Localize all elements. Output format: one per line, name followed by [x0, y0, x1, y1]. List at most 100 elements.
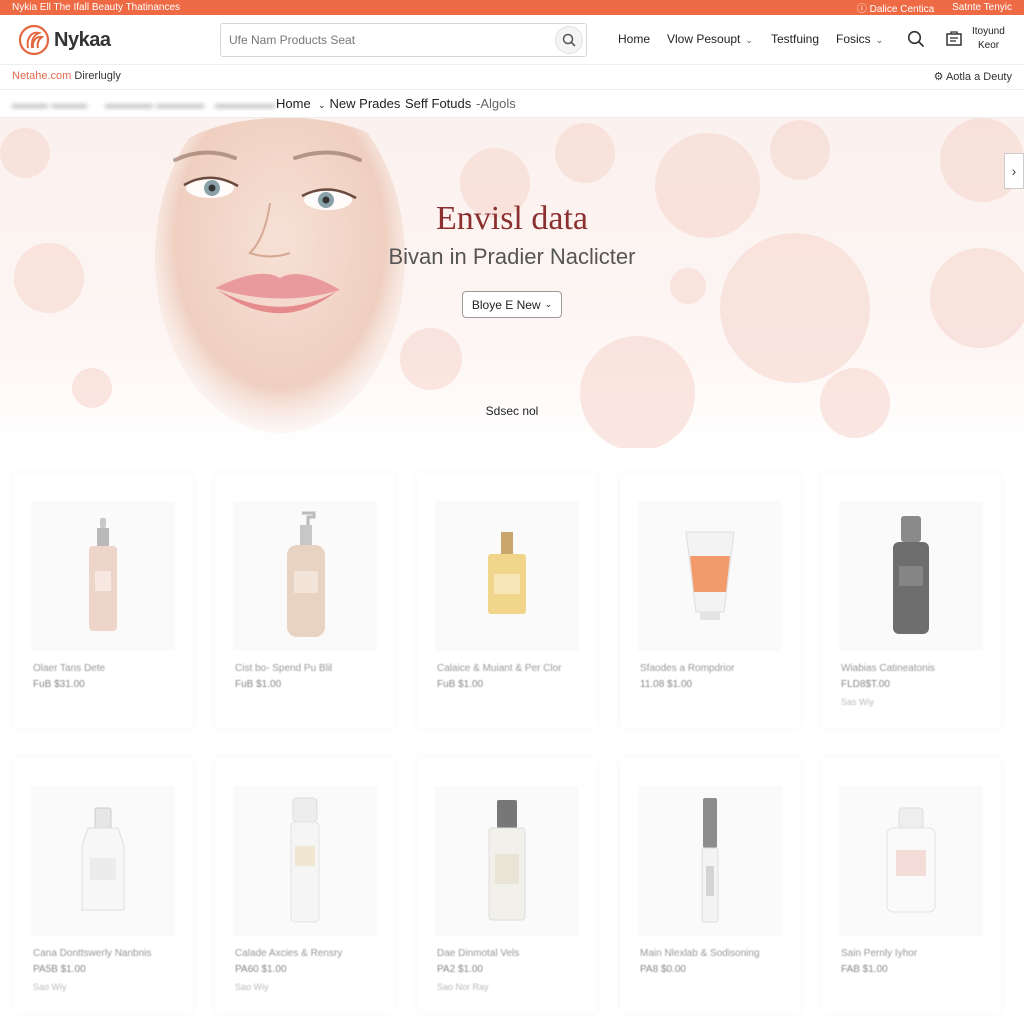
- product-card[interactable]: Wiabias Catineatonis FLD8$T.00 Sas Wiy: [821, 473, 1001, 728]
- serum-bottle-icon: [89, 518, 117, 631]
- product-name: Sfaodes a Rompdrior: [640, 663, 735, 674]
- product-name: Olaer Tans Dete: [33, 663, 106, 674]
- product-image: [233, 786, 377, 936]
- product-price: PA60 $1.00: [235, 964, 287, 975]
- product-image: [839, 501, 983, 651]
- nav-shop[interactable]: Vlow Pesoupt ⌄: [667, 32, 753, 46]
- breadcrumb-trail[interactable]: Netahe.com Direrlugly: [12, 70, 121, 82]
- model-face-image: [155, 118, 405, 433]
- brand-name: Nykaa: [54, 28, 111, 51]
- product-price: FuB $31.00: [33, 679, 85, 690]
- product-image: [31, 501, 175, 651]
- category-algols[interactable]: -Algols: [476, 96, 516, 111]
- nav-home[interactable]: Home: [618, 32, 650, 46]
- product-price: FAB $1.00: [841, 964, 888, 975]
- hero-subtitle: Bivan in Pradier Naclicter: [388, 244, 636, 269]
- search-icon[interactable]: [907, 30, 925, 48]
- product-price: PA2 $1.00: [437, 964, 483, 975]
- product-card[interactable]: Dae Dinmotal Vels PA2 $1.00 Sao Nor Ray: [417, 758, 597, 1013]
- chevron-down-icon: ⌄: [875, 35, 884, 45]
- decor-dot: [670, 268, 706, 304]
- search-icon: [562, 33, 576, 47]
- product-card[interactable]: Sain Pernly Iyhor FAB $1.00: [821, 758, 1001, 1013]
- blurred-category: ▬▬▬▬ ▬▬▬▬: [105, 97, 205, 111]
- product-image: [638, 501, 782, 651]
- account-line1: Itoyund: [972, 26, 1005, 37]
- help-link[interactable]: ⓘ Dalice Centica: [857, 0, 934, 15]
- hero-banner: Envisl data Bivan in Pradier Naclicter B…: [0, 118, 1024, 448]
- product-price: FLD8$T.00: [841, 679, 890, 690]
- product-image: [435, 786, 579, 936]
- category-new-products[interactable]: ⌄ New Prades: [318, 96, 400, 111]
- tube-icon: [685, 531, 735, 620]
- product-image: [435, 501, 579, 651]
- promo-bar: Nykia Ell The Ifall Beauty Thatinances ⓘ…: [0, 0, 1024, 15]
- nav-shop-label: Vlow Pesoupt: [667, 32, 741, 46]
- decor-dot: [580, 336, 695, 448]
- product-card[interactable]: Olaer Tans Dete FuB $31.00: [13, 473, 193, 728]
- chevron-down-icon: ⌄: [745, 35, 753, 45]
- blurred-category: ▬▬▬ ▬▬▬: [12, 97, 88, 111]
- product-name: Sain Pernly Iyhor: [841, 948, 918, 959]
- store-link[interactable]: Satnte Tenyic: [952, 2, 1012, 13]
- spray-bottle-icon: [290, 797, 320, 923]
- product-name: Main Nlexlab & Sodisoning: [640, 948, 760, 959]
- product-tag: Sao Wiy: [33, 982, 67, 992]
- product-name: Cist bo- Spend Pu Blil: [235, 663, 333, 674]
- product-tag: Sao Nor Ray: [437, 982, 489, 992]
- hero-select-link[interactable]: Sdsec nol: [0, 404, 1024, 418]
- nav-trending[interactable]: Testfuing: [771, 32, 819, 46]
- search-input[interactable]: [221, 24, 541, 56]
- chevron-down-icon: ⌄: [318, 100, 326, 110]
- promo-text: Nykia Ell The Ifall Beauty Thatinances: [12, 2, 181, 13]
- product-name: Dae Dinmotal Vels: [437, 948, 520, 959]
- product-price: PA8 $0.00: [640, 964, 686, 975]
- nav-focus[interactable]: Fosics ⌄: [836, 32, 883, 46]
- breadcrumb-brand: Netahe.com: [12, 70, 72, 82]
- product-card[interactable]: Cana Donttswerly Nanbnis PA5B $1.00 Sao …: [13, 758, 193, 1013]
- logo-swirl-icon: [18, 24, 50, 56]
- logo[interactable]: Nykaa: [18, 24, 111, 56]
- product-name: Wiabias Catineatonis: [841, 663, 935, 674]
- product-card[interactable]: Calade Axcies & Rensry PA60 $1.00 Sao Wi…: [215, 758, 395, 1013]
- decor-dot: [820, 368, 890, 438]
- category-home[interactable]: Home: [276, 96, 311, 111]
- product-image: [839, 786, 983, 936]
- search-button[interactable]: [555, 26, 583, 54]
- chevron-right-icon: ›: [1011, 163, 1017, 179]
- product-image: [233, 501, 377, 651]
- product-name: Calade Axcies & Rensry: [235, 948, 343, 959]
- product-image: [31, 786, 175, 936]
- blurred-category: ▬▬▬▬▬: [215, 97, 275, 111]
- account-line2: Keor: [978, 40, 1000, 51]
- add-beauty-link[interactable]: ⚙ Aotla a Deuty: [934, 70, 1012, 83]
- search-bar: [220, 23, 587, 57]
- lotion-bottle-icon: [488, 800, 526, 921]
- product-name: Cana Donttswerly Nanbnis: [33, 948, 152, 959]
- product-card[interactable]: Calaice & Muiant & Per Clor FuB $1.00: [417, 473, 597, 728]
- perfume-bottle-icon: [488, 532, 526, 614]
- product-name: Calaice & Muiant & Per Clor: [437, 663, 562, 674]
- product-price: FuB $1.00: [235, 679, 282, 690]
- category-nav: ▬▬▬ ▬▬▬ ▬▬▬▬ ▬▬▬▬ ▬▬▬▬▬ Home ⌄ New Prades…: [0, 90, 1024, 118]
- hero-title: Envisl data: [435, 200, 589, 237]
- category-self-products[interactable]: Seff Fotuds: [405, 96, 471, 111]
- product-card[interactable]: Main Nlexlab & Sodisoning PA8 $0.00: [620, 758, 800, 1013]
- mascara-icon: [701, 798, 719, 923]
- cream-bottle-icon: [886, 807, 936, 913]
- product-card[interactable]: Cist bo- Spend Pu Blil FuB $1.00: [215, 473, 395, 728]
- product-price: 11.08 $1.00: [640, 679, 693, 690]
- decor-dot: [0, 128, 50, 178]
- product-card[interactable]: Sfaodes a Rompdrior 11.08 $1.00: [620, 473, 800, 728]
- decor-dot: [770, 120, 830, 180]
- category-new-products-label: New Prades: [329, 96, 401, 111]
- pump-bottle-icon: [287, 511, 325, 637]
- carousel-next-button[interactable]: ›: [1004, 153, 1024, 189]
- product-price: PA5B $1.00: [33, 964, 86, 975]
- product-price: FuB $1.00: [437, 679, 484, 690]
- decor-dot: [555, 123, 615, 183]
- hero-cta-button[interactable]: Bloye E New ⌄: [462, 291, 562, 318]
- account-menu[interactable]: Itoyund Keor: [972, 25, 1005, 53]
- bag-icon[interactable]: [945, 30, 963, 48]
- hero-cta-label: Bloye E New: [471, 297, 541, 312]
